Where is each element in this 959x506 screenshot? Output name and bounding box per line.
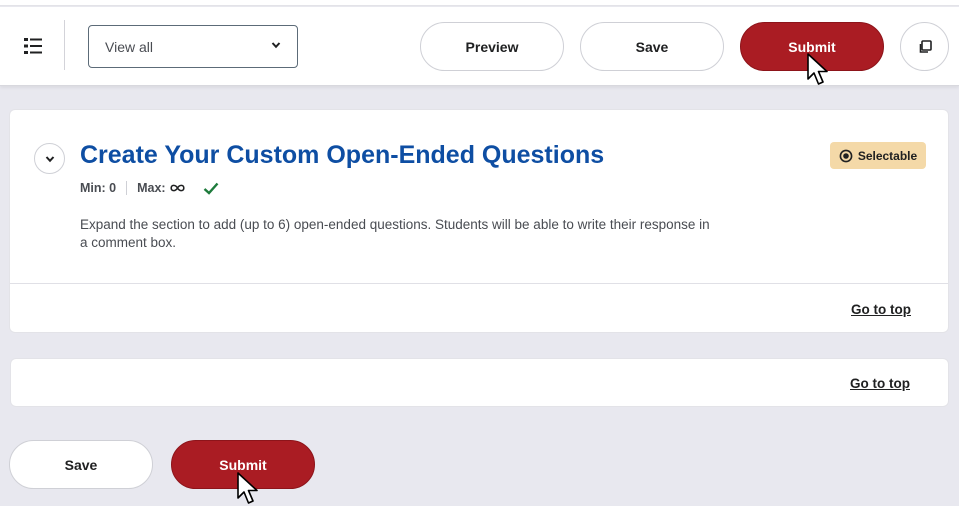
- bottom-submit-button[interactable]: Submit: [171, 440, 315, 489]
- list-icon: [24, 38, 42, 54]
- view-select[interactable]: View all: [88, 25, 298, 68]
- copy-icon: [919, 39, 932, 53]
- submit-button[interactable]: Submit: [740, 22, 884, 71]
- selectable-badge-label: Selectable: [857, 148, 918, 163]
- chevron-down-icon: [271, 42, 281, 49]
- check-icon: [203, 182, 219, 195]
- bottom-save-button-label: Save: [64, 456, 98, 473]
- go-to-top-link[interactable]: Go to top: [851, 302, 911, 317]
- top-edge: [0, 0, 959, 6]
- max-label: Max:: [137, 181, 166, 195]
- section-card: Create Your Custom Open-Ended Questions …: [9, 109, 949, 333]
- copy-button[interactable]: [900, 22, 949, 71]
- chevron-down-icon: [45, 155, 54, 162]
- submit-button-label: Submit: [788, 38, 836, 55]
- toolbar: View all Preview Save Submit: [0, 7, 959, 86]
- meta-divider: [126, 181, 128, 195]
- section-limits: Min: 0 Max:: [80, 181, 219, 195]
- list-toggle-button[interactable]: [14, 29, 52, 63]
- preview-button-label: Preview: [465, 38, 519, 55]
- footer-card: Go to top: [10, 358, 949, 407]
- save-button-label: Save: [635, 38, 669, 55]
- save-button[interactable]: Save: [580, 22, 724, 71]
- preview-button[interactable]: Preview: [420, 22, 564, 71]
- bottom-save-button[interactable]: Save: [9, 440, 153, 489]
- toolbar-divider: [64, 20, 65, 70]
- view-select-value: View all: [105, 38, 153, 55]
- radio-icon: [839, 149, 853, 162]
- selectable-badge: Selectable: [830, 142, 926, 169]
- section-title: Create Your Custom Open-Ended Questions: [80, 141, 605, 169]
- bottom-submit-button-label: Submit: [219, 456, 267, 473]
- card-divider: [10, 283, 948, 284]
- go-to-top-link[interactable]: Go to top: [850, 376, 910, 391]
- section-description: Expand the section to add (up to 6) open…: [80, 217, 710, 250]
- min-label: Min: 0: [80, 181, 117, 195]
- infinity-icon: [169, 183, 185, 193]
- expand-section-button[interactable]: [34, 143, 65, 174]
